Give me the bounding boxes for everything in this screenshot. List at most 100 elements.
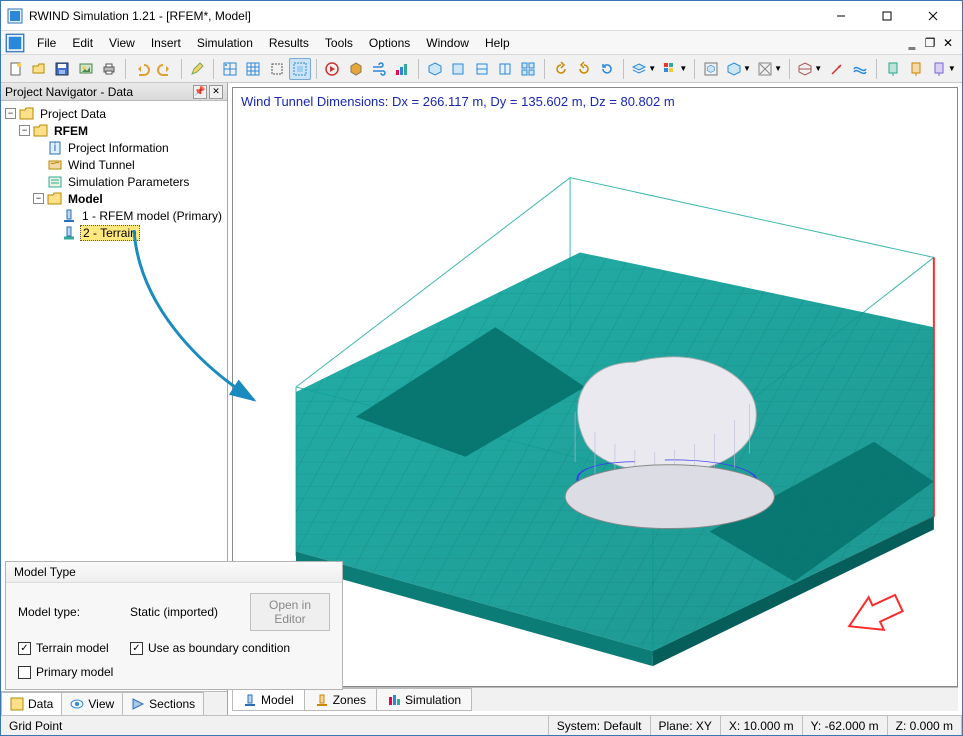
results-icon[interactable] [392, 58, 413, 80]
menu-simulation[interactable]: Simulation [189, 33, 261, 53]
menu-window[interactable]: Window [418, 33, 477, 53]
mdi-minimize-button[interactable]: ‗ [904, 35, 920, 51]
edit-model-icon[interactable] [187, 58, 208, 80]
menu-edit[interactable]: Edit [64, 33, 101, 53]
data-tab-icon [10, 697, 24, 711]
model-type-panel: Model Type Model type: Static (imported)… [5, 561, 343, 690]
primary-model-checkbox[interactable]: Primary model [18, 665, 330, 679]
vector-icon[interactable] [826, 58, 847, 80]
menu-view[interactable]: View [101, 33, 143, 53]
viewport-tab-model[interactable]: Model [232, 688, 305, 711]
minimize-button[interactable] [818, 1, 864, 30]
tree-wind-tunnel[interactable]: Wind Tunnel [3, 156, 225, 173]
probe1-icon[interactable] [882, 58, 903, 80]
undo-icon[interactable] [131, 58, 152, 80]
nav-tab-view[interactable]: View [61, 692, 123, 715]
mdi-restore-button[interactable]: ❐ [922, 35, 938, 51]
tree-root[interactable]: − Project Data [3, 105, 225, 122]
menu-help[interactable]: Help [477, 33, 518, 53]
viewport-tab-simulation[interactable]: Simulation [376, 688, 472, 711]
svg-text:i: i [54, 140, 57, 154]
status-z: Z: 0.000 m [888, 716, 962, 735]
terrain-model-checkbox[interactable]: ✓Terrain model [18, 641, 130, 655]
view-side-icon[interactable] [471, 58, 492, 80]
menu-insert[interactable]: Insert [143, 33, 189, 53]
nav-tab-sections[interactable]: Sections [122, 692, 204, 715]
shading-dropdown-icon[interactable]: ▼ [755, 58, 784, 80]
view-front-icon[interactable] [447, 58, 468, 80]
app-menu-icon[interactable] [5, 33, 25, 53]
folder-icon [47, 191, 63, 207]
tree-rfem-model[interactable]: 1 - RFEM model (Primary) [3, 207, 225, 224]
streamline-icon[interactable] [850, 58, 871, 80]
close-button[interactable] [910, 1, 956, 30]
rotate-left-icon[interactable] [550, 58, 571, 80]
window-title: RWIND Simulation 1.21 - [RFEM*, Model] [29, 9, 818, 23]
wind-icon[interactable] [368, 58, 389, 80]
tree-project-info[interactable]: i Project Information [3, 139, 225, 156]
folder-icon [19, 106, 35, 122]
mesh-icon[interactable] [219, 58, 240, 80]
maximize-button[interactable] [864, 1, 910, 30]
redo-icon[interactable] [154, 58, 175, 80]
wind-tunnel-icon [47, 157, 63, 173]
probe2-icon[interactable] [905, 58, 926, 80]
zones-tab-icon [315, 693, 329, 707]
navigator-close-icon[interactable]: ✕ [209, 85, 223, 99]
model-icon [61, 208, 77, 224]
title-bar: RWIND Simulation 1.21 - [RFEM*, Model] [1, 1, 962, 31]
view-iso-icon[interactable] [424, 58, 445, 80]
menu-file[interactable]: File [29, 33, 64, 53]
fit-view-icon[interactable] [700, 58, 721, 80]
simulation-tab-icon [387, 693, 401, 707]
tree-model[interactable]: − Model [3, 190, 225, 207]
refresh-icon[interactable] [597, 58, 618, 80]
folder-icon [33, 123, 49, 139]
tree-sim-params[interactable]: Simulation Parameters [3, 173, 225, 190]
terrain-icon [61, 225, 77, 241]
params-icon [47, 174, 63, 190]
open-icon[interactable] [28, 58, 49, 80]
info-icon: i [47, 140, 63, 156]
save-image-icon[interactable] [75, 58, 96, 80]
run-simulation-icon[interactable] [322, 58, 343, 80]
status-x: X: 10.000 m [721, 716, 803, 735]
rotate-right-icon[interactable] [573, 58, 594, 80]
select-all-icon[interactable] [289, 58, 310, 80]
tree-rfem[interactable]: − RFEM [3, 122, 225, 139]
iso-dropdown-icon[interactable]: ▼ [724, 58, 753, 80]
app-icon [7, 8, 23, 24]
nav-tab-data[interactable]: Data [1, 692, 62, 715]
open-in-editor-button[interactable]: Open in Editor [250, 593, 330, 631]
status-plane: Plane: XY [651, 716, 721, 735]
navigator-pin-icon[interactable]: 📌 [193, 85, 207, 99]
navigator-tabs: Data View Sections [1, 691, 227, 715]
tree-terrain[interactable]: 2 - Terrain [3, 224, 225, 241]
stop-simulation-icon[interactable] [345, 58, 366, 80]
view-tab-icon [70, 697, 84, 711]
model-type-title: Model Type [6, 562, 342, 583]
menu-bar: File Edit View Insert Simulation Results… [1, 31, 962, 55]
menu-options[interactable]: Options [361, 33, 418, 53]
status-bar: Grid Point System: Default Plane: XY X: … [1, 715, 962, 735]
view-top-icon[interactable] [494, 58, 515, 80]
boundary-condition-checkbox[interactable]: ✓Use as boundary condition [130, 641, 330, 655]
sections-tab-icon [131, 697, 145, 711]
probe-dropdown-icon[interactable]: ▼ [929, 58, 958, 80]
layers-dropdown-icon[interactable]: ▼ [629, 58, 658, 80]
new-icon[interactable] [5, 58, 26, 80]
mesh-refine-icon[interactable] [242, 58, 263, 80]
clip-dropdown-icon[interactable]: ▼ [795, 58, 824, 80]
status-system: System: Default [549, 716, 651, 735]
save-icon[interactable] [52, 58, 73, 80]
select-box-icon[interactable] [266, 58, 287, 80]
menu-results[interactable]: Results [261, 33, 317, 53]
viewport-tab-zones[interactable]: Zones [304, 688, 377, 711]
color-dropdown-icon[interactable]: ▼ [660, 58, 689, 80]
status-left: Grid Point [1, 716, 549, 735]
mdi-close-button[interactable]: ✕ [940, 35, 956, 51]
print-icon[interactable] [99, 58, 120, 80]
viewport-tabs: Model Zones Simulation [232, 687, 958, 711]
menu-tools[interactable]: Tools [317, 33, 361, 53]
view-multi-icon[interactable] [518, 58, 539, 80]
